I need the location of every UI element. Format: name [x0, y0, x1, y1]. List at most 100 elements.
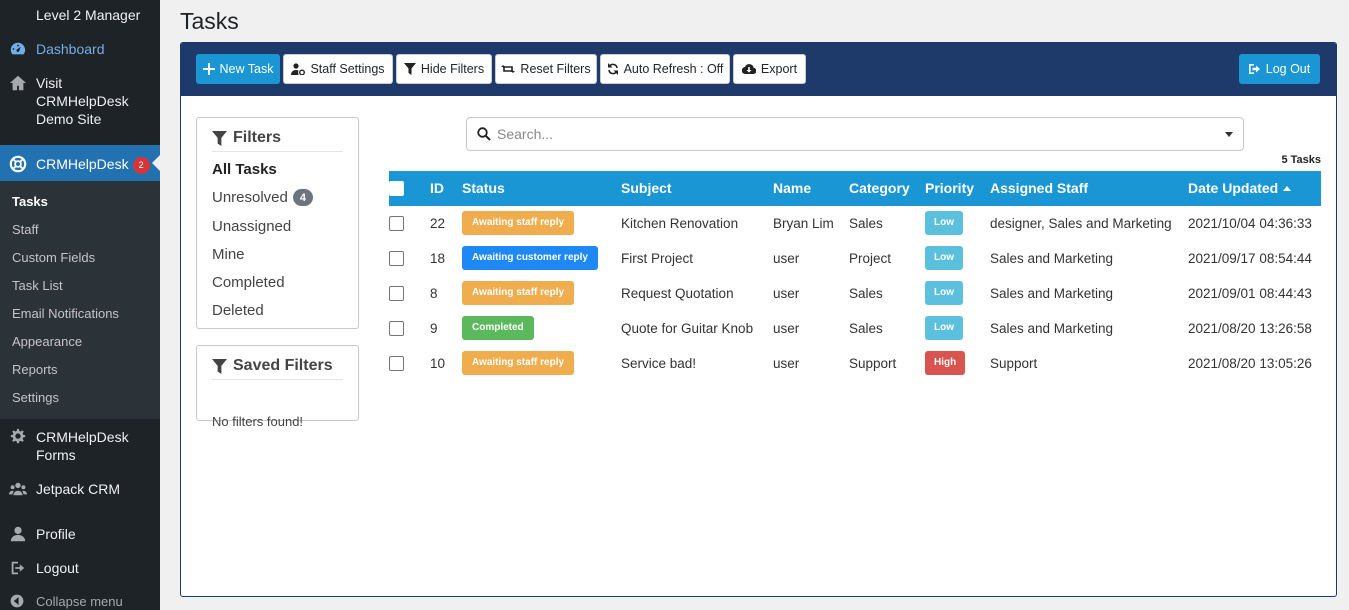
cell-assigned-staff: Sales and Marketing [990, 251, 1114, 266]
tasks-table: ID Status Subject Name Category Priority… [389, 171, 1321, 381]
crmhelpdesk-submenu: Tasks Staff Custom Fields Task List Emai… [0, 181, 160, 419]
table-row[interactable]: 18 Awaiting customer reply First Project… [389, 241, 1321, 276]
users-group-icon [9, 480, 27, 498]
plus-icon [202, 63, 215, 75]
priority-badge: High [925, 351, 966, 375]
export-label: Export [760, 62, 798, 76]
filter-deleted[interactable]: Deleted [212, 302, 264, 319]
profile-label: Profile [36, 526, 76, 542]
log-out-label: Log Out [1265, 62, 1311, 76]
dropdown-caret-icon[interactable] [1225, 132, 1233, 137]
status-badge: Awaiting staff reply [462, 281, 575, 305]
filter-unassigned[interactable]: Unassigned [212, 218, 291, 235]
admin-sidebar: Level 2 Manager Dashboard Visit CRMHelpD… [0, 0, 160, 610]
page-title: Tasks [180, 8, 239, 34]
cell-subject: Quote for Guitar Knob [621, 321, 754, 336]
home-icon [9, 74, 27, 92]
submenu-custom-fields[interactable]: Custom Fields [12, 250, 95, 265]
export-button[interactable]: Export [733, 54, 806, 84]
search-input[interactable] [497, 122, 1197, 146]
priority-badge: Low [925, 211, 963, 235]
cell-category: Project [849, 251, 892, 266]
filter-label: Unassigned [212, 218, 292, 235]
submenu-appearance[interactable]: Appearance [12, 334, 82, 349]
filter-unresolved[interactable]: Unresolved 4 [212, 189, 313, 206]
saved-filters-title-text: Saved Filters [233, 357, 333, 374]
table-row[interactable]: 8 Awaiting staff reply Request Quotation… [389, 276, 1321, 311]
column-header-id[interactable]: ID [430, 171, 444, 206]
collapse-label: Collapse menu [36, 594, 123, 609]
user-icon [9, 525, 27, 543]
hide-filters-button[interactable]: Hide Filters [396, 54, 492, 84]
cell-id: 9 [430, 321, 438, 336]
divider [212, 379, 343, 380]
table-row[interactable]: 10 Awaiting staff reply Service bad! use… [389, 346, 1321, 381]
user-role-label: Level 2 Manager [36, 7, 141, 23]
cell-assigned-staff: Sales and Marketing [990, 321, 1114, 336]
column-header-priority[interactable]: Priority [925, 171, 974, 206]
table-row[interactable]: 22 Awaiting staff reply Kitchen Renovati… [389, 206, 1321, 241]
submenu-reports[interactable]: Reports [12, 362, 58, 377]
auto-refresh-label: Auto Refresh : Off [623, 62, 724, 76]
column-header-subject[interactable]: Subject [621, 171, 672, 206]
filter-mine[interactable]: Mine [212, 246, 245, 263]
status-badge: Completed [462, 316, 534, 340]
row-checkbox[interactable] [389, 321, 404, 336]
dashboard-gauge-icon [9, 40, 27, 58]
filter-label: Unresolved [212, 189, 288, 206]
sidebar-item-crmhelpdesk[interactable]: CRMHelpDesk 2 [0, 145, 160, 181]
filter-all-tasks[interactable]: All Tasks [212, 161, 277, 178]
submenu-tasks[interactable]: Tasks [12, 194, 48, 209]
column-header-date-updated[interactable]: Date Updated [1188, 171, 1292, 206]
notification-badge: 2 [132, 157, 150, 174]
visit-site-label: Visit CRMHelpDesk Demo Site [36, 75, 129, 127]
cell-assigned-staff: Support [990, 356, 1038, 371]
cell-date-updated: 2021/09/17 08:54:44 [1188, 251, 1312, 266]
submenu-task-list[interactable]: Task List [12, 278, 63, 293]
table-row[interactable]: 9 Completed Quote for Guitar Knob user S… [389, 311, 1321, 346]
funnel-icon [212, 130, 227, 146]
column-header-name[interactable]: Name [773, 171, 811, 206]
new-task-button[interactable]: New Task [196, 54, 280, 84]
date-updated-header-text: Date Updated [1188, 180, 1279, 196]
forms-label: CRMHelpDesk Forms [36, 429, 129, 463]
reset-filters-button[interactable]: Reset Filters [495, 54, 597, 84]
priority-badge: Low [925, 316, 963, 340]
cell-assigned-staff: designer, Sales and Marketing [990, 216, 1172, 231]
cell-id: 8 [430, 286, 438, 301]
sign-out-icon [1248, 64, 1260, 74]
current-menu-arrow [152, 155, 160, 171]
cell-name: user [773, 356, 800, 371]
saved-filters-box: Saved Filters No filters found! [196, 345, 359, 429]
status-badge: Awaiting staff reply [462, 211, 575, 235]
filter-completed[interactable]: Completed [212, 274, 285, 291]
row-checkbox[interactable] [389, 356, 404, 371]
column-header-status[interactable]: Status [462, 171, 505, 206]
submenu-email-notifications[interactable]: Email Notifications [12, 306, 119, 321]
filter-label: Deleted [212, 302, 264, 319]
submenu-staff[interactable]: Staff [12, 222, 39, 237]
search-box[interactable] [466, 117, 1244, 151]
cell-name: user [773, 321, 800, 336]
priority-badge: Low [925, 246, 963, 270]
cell-name: user [773, 251, 800, 266]
cloud-download-icon [741, 64, 756, 75]
column-header-assigned-staff[interactable]: Assigned Staff [990, 171, 1088, 206]
logout-label: Logout [36, 560, 79, 576]
filters-box: Filters All Tasks Unresolved 4 Unassigned… [196, 117, 359, 329]
tasks-panel: New Task Staff Settings Hide Filters Res… [180, 42, 1337, 597]
status-badge: Awaiting customer reply [462, 246, 598, 270]
log-out-button[interactable]: Log Out [1239, 54, 1320, 84]
lifebuoy-icon [9, 155, 27, 173]
select-all-checkbox[interactable] [389, 181, 404, 196]
submenu-settings[interactable]: Settings [12, 390, 59, 405]
row-checkbox[interactable] [389, 251, 404, 266]
row-checkbox[interactable] [389, 286, 404, 301]
auto-refresh-button[interactable]: Auto Refresh : Off [600, 54, 730, 84]
sort-ascending-icon [1283, 186, 1292, 191]
priority-badge: Low [925, 281, 963, 305]
row-checkbox[interactable] [389, 216, 404, 231]
staff-settings-button[interactable]: Staff Settings [283, 54, 393, 84]
cell-category: Sales [849, 216, 883, 231]
column-header-category[interactable]: Category [849, 171, 910, 206]
